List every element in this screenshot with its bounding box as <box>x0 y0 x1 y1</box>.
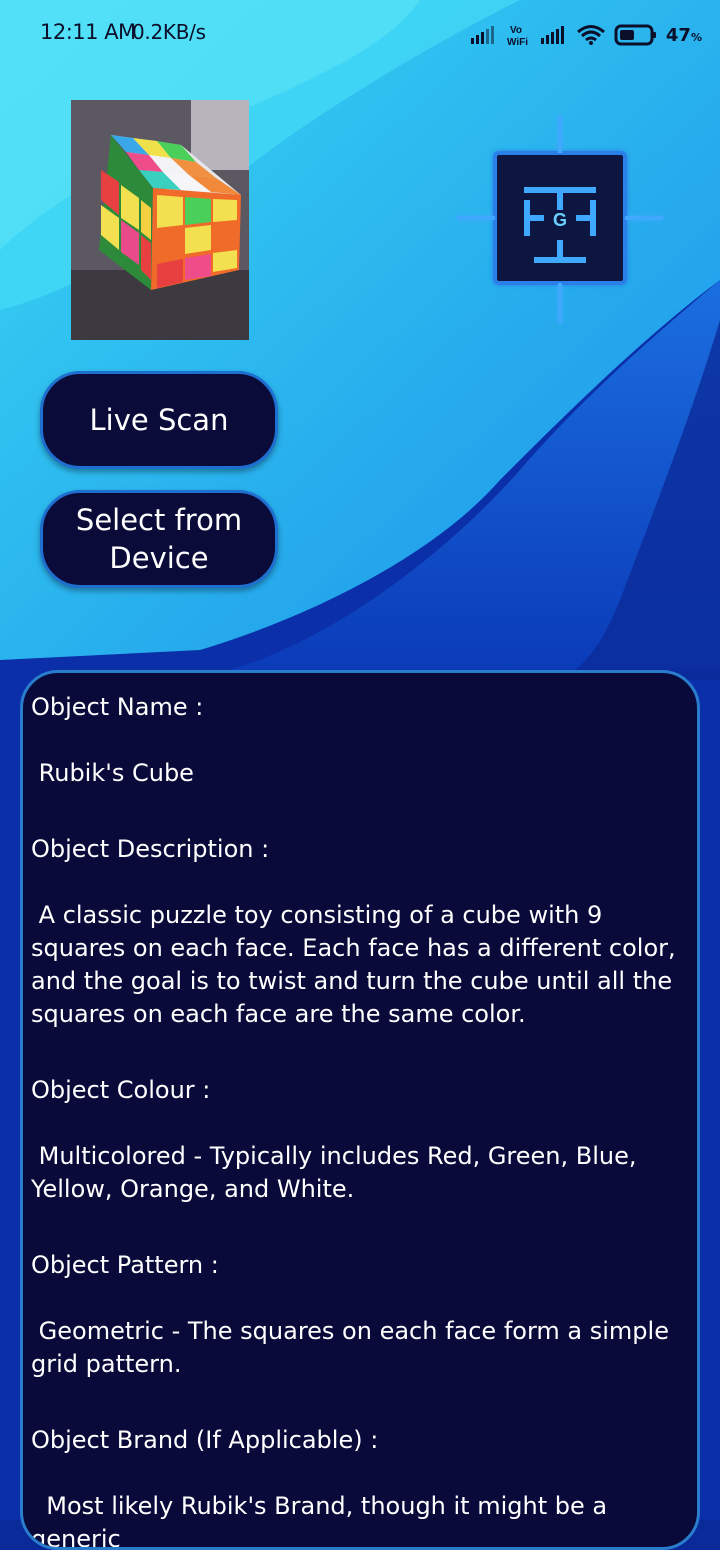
object-description-value: A classic puzzle toy consisting of a cub… <box>31 901 684 1028</box>
app-logo: G <box>455 115 665 325</box>
object-pattern-label: Object Pattern : <box>31 1251 219 1279</box>
vowifi-icon: Vo WiFi <box>507 25 528 47</box>
object-pattern-value: Geometric - The squares on each face for… <box>31 1317 677 1378</box>
object-colour-label: Object Colour : <box>31 1076 211 1104</box>
object-colour-value: Multicolored - Typically includes Red, G… <box>31 1142 645 1203</box>
signal-icon <box>470 26 494 44</box>
select-from-device-button[interactable]: Select from Device <box>40 490 278 588</box>
crosshair-logo-icon: G <box>457 115 663 323</box>
status-time: 12:11 AM <box>40 20 136 44</box>
signal-icon-2 <box>540 26 564 44</box>
result-content: Object Name : Rubik's Cube Object Descri… <box>23 673 697 1550</box>
object-name-value: Rubik's Cube <box>31 759 194 787</box>
status-icons: Vo WiFi 47% <box>470 20 702 50</box>
logo-letter: G <box>553 210 567 230</box>
live-scan-label: Live Scan <box>89 403 229 437</box>
live-scan-button[interactable]: Live Scan <box>40 371 278 469</box>
result-panel[interactable]: Object Name : Rubik's Cube Object Descri… <box>20 670 700 1550</box>
battery-percentage: 47% <box>665 24 702 46</box>
cube-image <box>71 100 249 340</box>
status-bar: 12:11 AM 0.2KB/s Vo WiFi 47% <box>0 0 720 70</box>
battery-icon <box>614 24 656 46</box>
object-description-label: Object Description : <box>31 835 270 863</box>
svg-text:Vo: Vo <box>510 25 522 36</box>
svg-text:WiFi: WiFi <box>507 37 528 47</box>
wifi-icon <box>576 25 605 45</box>
object-name-label: Object Name : <box>31 693 204 721</box>
select-from-device-label: Select from Device <box>75 503 243 575</box>
network-speed: 0.2KB/s <box>132 20 206 44</box>
object-brand-label: Object Brand (If Applicable) : <box>31 1426 379 1454</box>
selected-photo <box>71 100 249 340</box>
object-brand-value: Most likely Rubik's Brand, though it mig… <box>31 1492 615 1550</box>
